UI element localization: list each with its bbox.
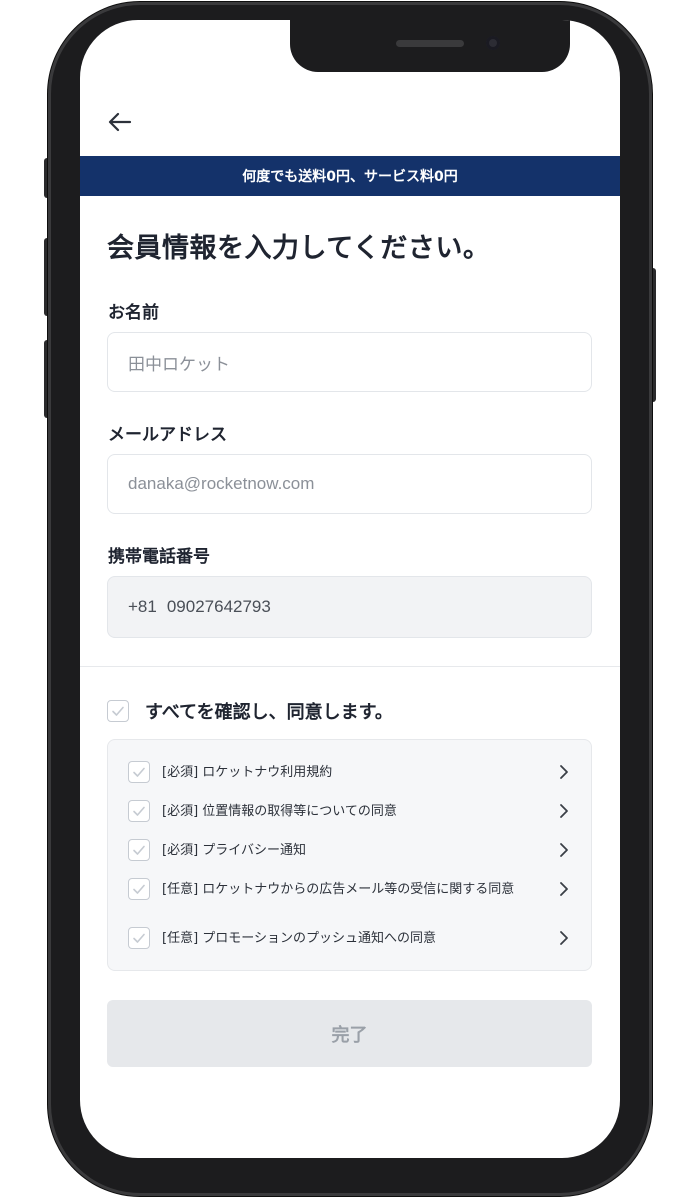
term-item-marketing-email[interactable]: [任意] ロケットナウからの広告メール等の受信に関する同意 xyxy=(128,878,583,900)
chevron-right-icon[interactable] xyxy=(557,880,571,898)
arrow-left-icon xyxy=(108,112,132,132)
chevron-right-icon[interactable] xyxy=(557,929,571,947)
country-code: +81 xyxy=(128,597,157,616)
term-item-privacy[interactable]: [必須] プライバシー通知 xyxy=(128,839,583,861)
check-icon xyxy=(112,706,124,716)
checkbox-icon[interactable] xyxy=(128,878,150,900)
front-camera xyxy=(486,36,500,50)
checkbox-icon xyxy=(107,700,129,722)
checkbox-icon[interactable] xyxy=(128,800,150,822)
name-label: お名前 xyxy=(108,303,159,323)
name-input[interactable]: 田中ロケット xyxy=(107,332,592,392)
email-input[interactable]: danaka@rocketnow.com xyxy=(107,454,592,514)
phone-input[interactable]: +81 09027642793 xyxy=(107,576,592,638)
email-label: メールアドレス xyxy=(108,425,227,445)
term-item-location[interactable]: [必須] 位置情報の取得等についての同意 xyxy=(128,800,583,822)
notch xyxy=(290,20,570,72)
chevron-right-icon[interactable] xyxy=(557,763,571,781)
term-label: [必須] プライバシー通知 xyxy=(162,842,307,858)
term-label: [任意] ロケットナウからの広告メール等の受信に関する同意 xyxy=(162,881,515,897)
checkbox-icon[interactable] xyxy=(128,927,150,949)
speaker xyxy=(396,40,464,47)
term-label: [任意] プロモーションのプッシュ通知への同意 xyxy=(162,930,437,946)
submit-button[interactable]: 完了 xyxy=(107,1000,592,1067)
check-icon xyxy=(133,933,145,943)
check-icon xyxy=(133,806,145,816)
chevron-right-icon[interactable] xyxy=(557,841,571,859)
agree-all-label: すべてを確認し、同意します。 xyxy=(145,702,393,723)
term-item-terms-of-use[interactable]: [必須] ロケットナウ利用規約 xyxy=(128,761,583,783)
checkbox-icon[interactable] xyxy=(128,761,150,783)
chevron-right-icon[interactable] xyxy=(557,802,571,820)
terms-list: [必須] ロケットナウ利用規約 [必須] 位置情報の取得等についての同意 [必須… xyxy=(107,739,592,971)
phone-value: 09027642793 xyxy=(166,597,271,616)
term-label: [必須] ロケットナウ利用規約 xyxy=(162,764,333,780)
back-button[interactable] xyxy=(106,108,138,136)
check-icon xyxy=(133,845,145,855)
name-placeholder: 田中ロケット xyxy=(128,354,230,374)
promo-banner: 何度でも送料0円、サービス料0円 xyxy=(80,156,620,196)
phone-label: 携帯電話番号 xyxy=(108,547,210,567)
email-placeholder: danaka@rocketnow.com xyxy=(128,474,315,493)
check-icon xyxy=(133,767,145,777)
agree-all-checkbox[interactable]: すべてを確認し、同意します。 xyxy=(107,698,393,724)
checkbox-icon[interactable] xyxy=(128,839,150,861)
check-icon xyxy=(133,884,145,894)
section-divider xyxy=(80,666,620,667)
term-label: [必須] 位置情報の取得等についての同意 xyxy=(162,803,397,819)
page-title: 会員情報を入力してください。 xyxy=(107,233,491,264)
term-item-push-notification[interactable]: [任意] プロモーションのプッシュ通知への同意 xyxy=(128,927,583,949)
